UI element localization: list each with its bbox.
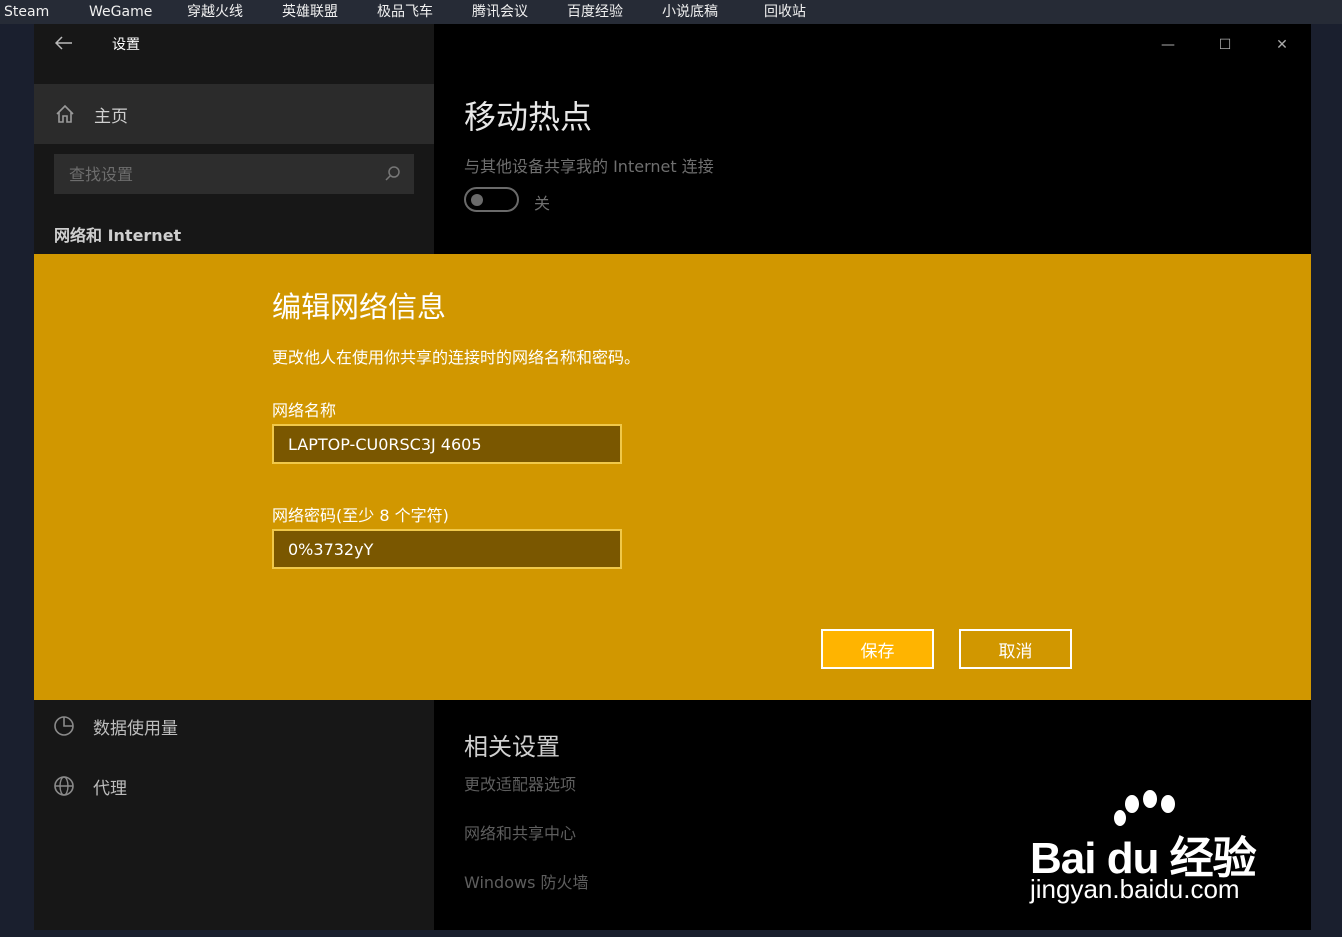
cancel-button[interactable]: 取消 (959, 629, 1072, 669)
network-password-input[interactable] (272, 529, 622, 569)
page-title: 移动热点 (464, 98, 593, 136)
watermark-url: jingyan.baidu.com (1030, 874, 1240, 904)
toggle-knob (471, 193, 483, 206)
home-icon (56, 104, 74, 123)
desktop-item-wegame[interactable]: WeGame (89, 0, 152, 24)
dialog-description: 更改他人在使用你共享的连接时的网络名称和密码。 (272, 348, 641, 367)
sidebar-item-label: 代理 (93, 778, 127, 799)
sidebar-item-home[interactable]: 主页 (34, 84, 434, 144)
network-name-input[interactable] (272, 424, 622, 464)
edit-network-dialog: 编辑网络信息 更改他人在使用你共享的连接时的网络名称和密码。 网络名称 网络密码… (34, 254, 1311, 700)
window-title: 设置 (112, 37, 140, 53)
desktop-item-nfs[interactable]: 极品飞车 (377, 0, 433, 24)
desktop-shortcut-bar: Steam WeGame 穿越火线 英雄联盟 极品飞车 腾讯会议 百度经验 小说… (0, 0, 1342, 24)
back-button[interactable] (50, 32, 78, 58)
search-icon[interactable] (384, 165, 402, 183)
link-network-sharing-center[interactable]: 网络和共享中心 (464, 820, 576, 844)
hotspot-subtitle: 与其他设备共享我的 Internet 连接 (464, 157, 714, 176)
toggle-state-label: 关 (534, 194, 551, 213)
sidebar-item-data-usage[interactable]: 数据使用量 (34, 698, 434, 754)
network-name-label: 网络名称 (272, 401, 337, 420)
arrow-left-icon (54, 36, 72, 50)
desktop-item-lol[interactable]: 英雄联盟 (282, 0, 338, 24)
desktop-item-tencent-meeting[interactable]: 腾讯会议 (472, 0, 528, 24)
sidebar-home-label: 主页 (94, 106, 128, 127)
related-settings-title: 相关设置 (464, 733, 560, 761)
network-password-label: 网络密码(至少 8 个字符) (272, 506, 449, 525)
link-windows-firewall[interactable]: Windows 防火墙 (464, 869, 589, 893)
sidebar-section-title: 网络和 Internet (54, 226, 182, 245)
desktop-item-crossfire[interactable]: 穿越火线 (187, 0, 243, 24)
search-input[interactable] (69, 164, 369, 184)
desktop-item-novel-draft[interactable]: 小说底稿 (662, 0, 718, 24)
desktop-item-baidu-jingyan[interactable]: 百度经验 (567, 0, 623, 24)
save-button[interactable]: 保存 (821, 629, 934, 669)
search-box[interactable] (54, 154, 414, 194)
desktop-item-steam[interactable]: Steam (4, 0, 49, 24)
desktop-item-recycle-bin[interactable]: 回收站 (764, 0, 806, 24)
pie-chart-icon (54, 716, 74, 736)
link-adapter-options[interactable]: 更改适配器选项 (464, 771, 576, 795)
globe-icon (54, 776, 74, 796)
sidebar-item-proxy[interactable]: 代理 (34, 758, 434, 814)
dialog-title: 编辑网络信息 (272, 290, 447, 324)
baidu-jingyan-watermark: Bai du 经验 jingyan.baidu.com (1030, 790, 1275, 910)
sidebar-item-label: 数据使用量 (93, 718, 178, 739)
hotspot-toggle[interactable] (464, 187, 519, 212)
